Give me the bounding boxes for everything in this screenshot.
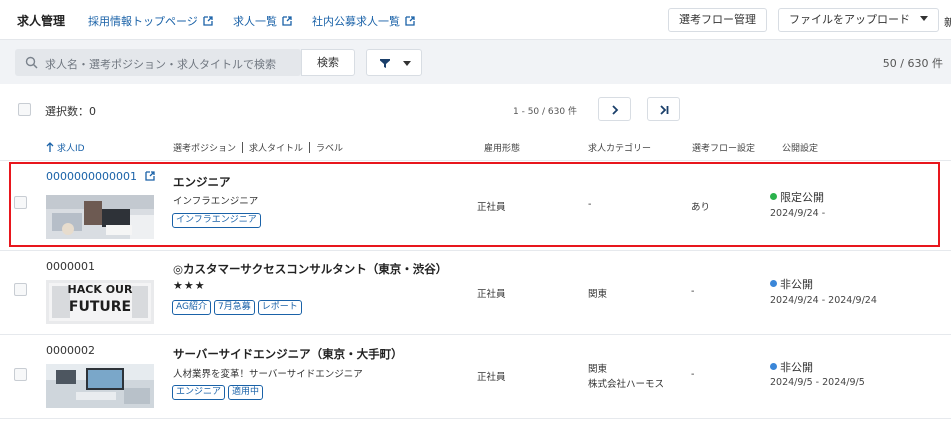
page-title: 求人管理 [17, 14, 66, 28]
filter-button[interactable] [366, 49, 422, 76]
nav-link-label: 社内公募求人一覧 [312, 15, 400, 28]
status-dot [770, 363, 777, 370]
caret-down-icon [403, 61, 411, 66]
flow-setting: - [691, 286, 695, 297]
header-divider [0, 160, 951, 161]
arrow-up-icon [46, 142, 54, 152]
desk-photo-image [46, 364, 154, 408]
job-tag: 適用中 [228, 385, 264, 400]
publish-dates: 2024/9/24 - 2024/9/24 [770, 295, 877, 306]
column-header-position: 選考ポジション [173, 144, 237, 154]
job-subtitle: ★★★ [173, 279, 206, 292]
nav-link-label: 求人一覧 [233, 15, 277, 28]
pager-range: 1 - 50 / 630 件 [513, 107, 577, 117]
column-header-id-label: 求人ID [57, 144, 85, 154]
job-id: 0000001 [46, 260, 95, 273]
status-dot [770, 280, 777, 287]
nav-link-recruit-top[interactable]: 採用情報トップページ [88, 13, 213, 29]
caret-down-icon [920, 16, 928, 21]
job-thumbnail[interactable] [46, 364, 154, 408]
column-header-label: ラベル [316, 144, 344, 154]
flow-management-button[interactable]: 選考フロー管理 [668, 8, 767, 32]
filter-icon [380, 59, 390, 68]
job-title[interactable]: サーバーサイドエンジニア（東京・大手町） [173, 346, 403, 362]
employment-type: 正社員 [477, 289, 506, 300]
select-all-checkbox[interactable] [18, 103, 31, 116]
search-icon [25, 56, 38, 69]
thumb-text-line-2: FUTURE [68, 299, 132, 315]
job-category: 関東 [588, 289, 608, 300]
job-tags: AG紹介 7月急募 レポート [172, 299, 305, 315]
nav-link-job-list[interactable]: 求人一覧 [233, 13, 292, 29]
job-tag: AG紹介 [172, 300, 211, 315]
last-page-button[interactable] [647, 97, 680, 121]
search-placeholder: 求人名・選考ポジション・求人タイトルで検索 [45, 58, 276, 71]
nav-link-label: 採用情報トップページ [88, 15, 198, 28]
column-header-publish: 公開設定 [782, 144, 819, 154]
job-tag: 7月急募 [213, 300, 255, 315]
thumb-text-line-1: HACK OUR [67, 283, 133, 296]
flow-setting: - [691, 369, 695, 380]
job-category: 関東 [588, 364, 608, 375]
external-link-icon [405, 16, 415, 26]
job-tag: レポート [257, 300, 302, 315]
column-header-position-title-label: 選考ポジション 求人タイトル ラベル [173, 141, 343, 154]
separator [242, 142, 244, 153]
column-header-category: 求人カテゴリー [588, 144, 652, 154]
top-nav: 求人管理 採用情報トップページ 求人一覧 社内公募求人一覧 選考フロー管理 ファ… [0, 0, 951, 40]
upload-file-button[interactable]: ファイルをアップロード [778, 8, 939, 32]
nav-link-internal-jobs[interactable]: 社内公募求人一覧 [312, 13, 415, 29]
chevron-right-icon [612, 105, 619, 115]
column-header-title: 求人タイトル [249, 144, 304, 154]
result-count: 50 / 630 件 [882, 57, 943, 70]
job-tags: エンジニア 適用中 [172, 384, 266, 400]
upload-file-label: ファイルをアップロード [789, 13, 910, 26]
cut-off-button-text[interactable]: 新 [944, 14, 951, 30]
search-input[interactable]: 求人名・選考ポジション・求人タイトルで検索 [15, 49, 301, 76]
search-button[interactable]: 検索 [301, 49, 355, 76]
row-checkbox[interactable] [14, 283, 27, 296]
next-page-button[interactable] [598, 97, 631, 121]
column-header-id[interactable]: 求人ID [46, 141, 85, 154]
publish-status: 非公開 [770, 276, 813, 292]
selection-count: 選択数：0 [45, 105, 96, 118]
job-tag: エンジニア [172, 385, 226, 400]
job-title[interactable]: ◎カスタマーサクセスコンサルタント（東京・渋谷） [173, 261, 447, 277]
job-subtitle: 人材業界を変革！サーバーサイドエンジニア [173, 369, 363, 380]
row-divider [0, 250, 951, 251]
employment-type: 正社員 [477, 372, 506, 383]
publish-status: 非公開 [770, 359, 813, 375]
row-divider [0, 418, 951, 419]
external-link-icon [282, 16, 292, 26]
last-page-icon [660, 105, 669, 115]
publish-status-label: 非公開 [780, 278, 813, 291]
search-bar: 求人名・選考ポジション・求人タイトルで検索 検索 [0, 40, 951, 84]
external-link-icon [203, 16, 213, 26]
publish-dates: 2024/9/5 - 2024/9/5 [770, 377, 865, 388]
row-checkbox[interactable] [14, 368, 27, 381]
separator [309, 142, 311, 153]
column-header-flow: 選考フロー設定 [692, 144, 756, 154]
job-thumbnail[interactable]: HACK OUR FUTURE [46, 280, 154, 324]
job-category-company: 株式会社ハーモス [588, 379, 665, 390]
highlight-box [9, 162, 940, 247]
column-header-employment: 雇用形態 [484, 144, 521, 154]
publish-status-label: 非公開 [780, 361, 813, 374]
job-id: 0000002 [46, 344, 95, 357]
row-divider [0, 334, 951, 335]
